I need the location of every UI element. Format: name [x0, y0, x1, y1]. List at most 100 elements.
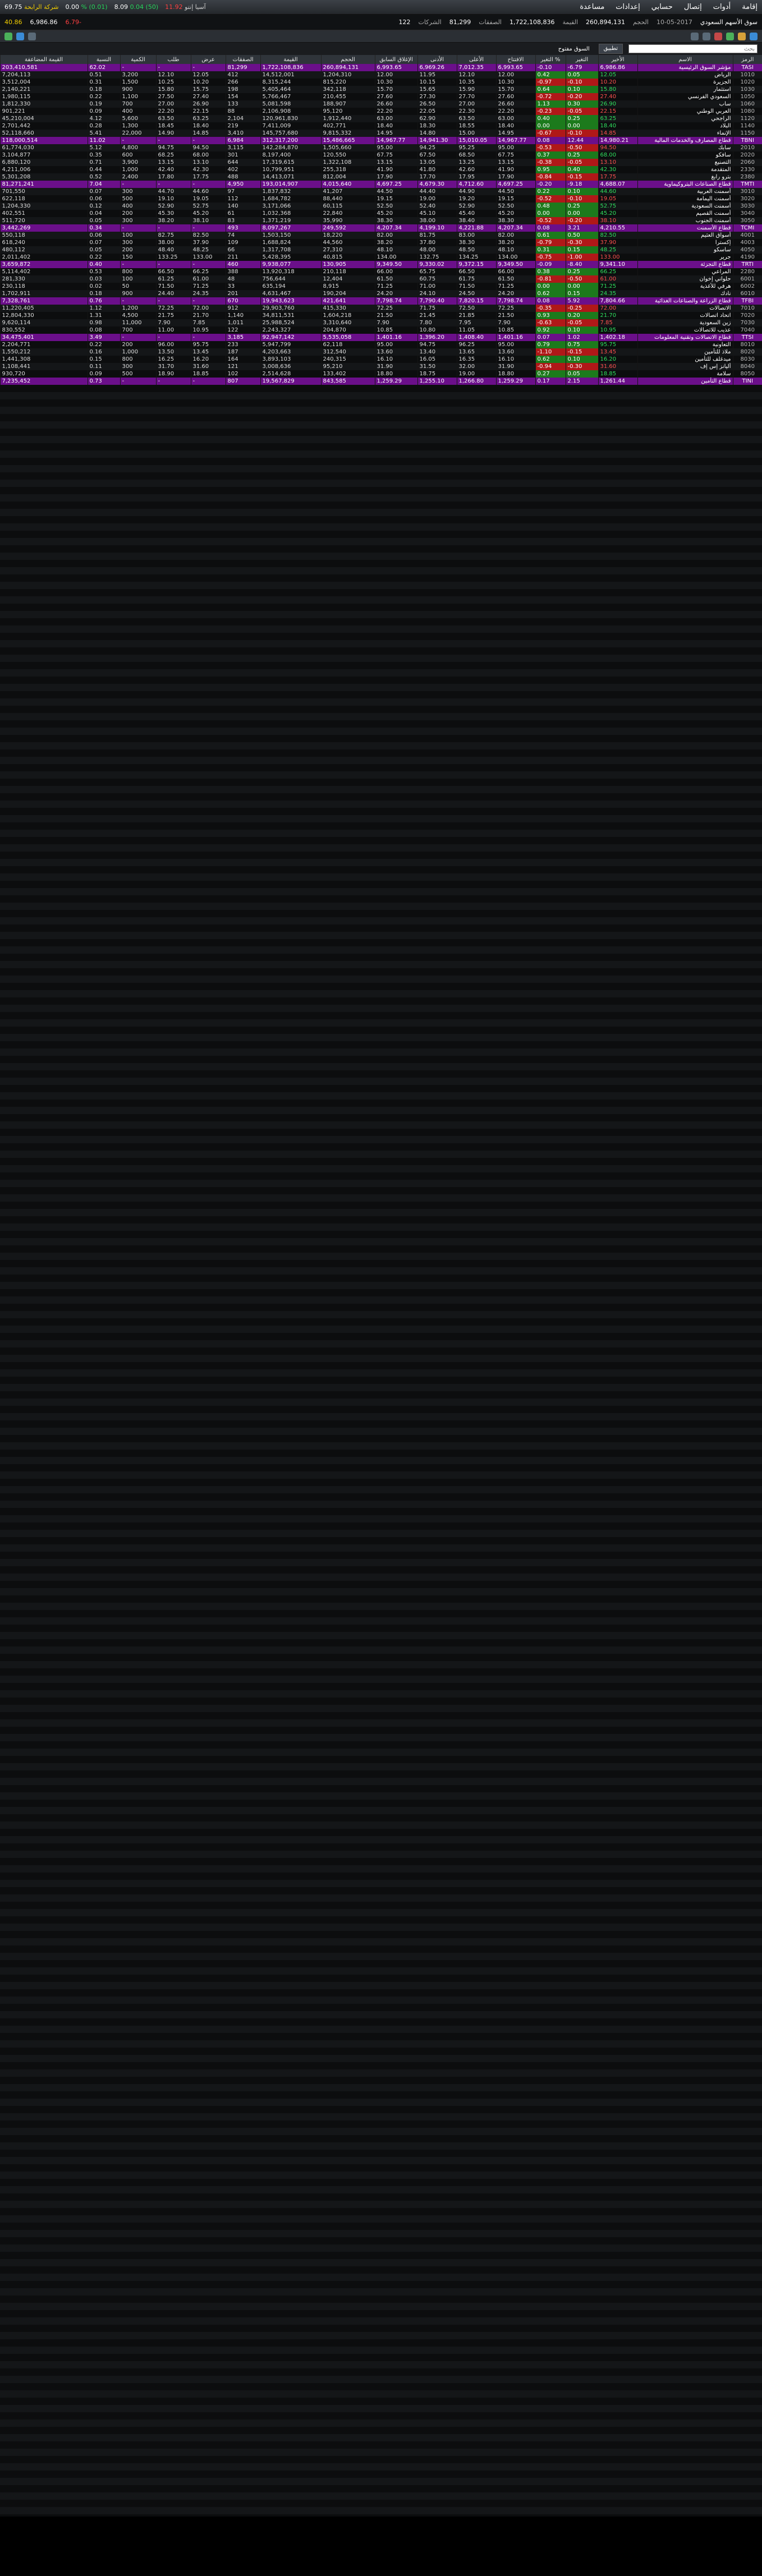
ticker-4[interactable]: شركة الرابحة 69.75 — [4, 3, 59, 11]
ticker-2[interactable]: (50) 0.04 8.09 — [114, 3, 159, 11]
column-header[interactable]: الأعلى — [456, 55, 496, 64]
cell-high: 11.05 — [456, 326, 496, 334]
table-row[interactable]: 1080 العربي الوطني 22.15 -0.05 -0.23 22.20 22.… — [0, 108, 762, 115]
table-row[interactable]: 8030 ميدغلف للتأمين 16.20 0.10 0.62 16.10 16.3… — [0, 356, 762, 363]
watchlist-icon[interactable] — [4, 32, 12, 40]
column-header[interactable]: طلب — [155, 55, 191, 64]
column-header[interactable]: عرض — [190, 55, 226, 64]
column-header[interactable]: التغير — [565, 55, 598, 64]
cell-bid: 66.25 — [190, 268, 226, 275]
menu-item-3[interactable]: إتصال — [684, 3, 702, 11]
refresh-icon[interactable] — [750, 32, 758, 40]
table-row[interactable]: 3030 أسمنت السعودية 52.75 0.25 0.48 52.50 52.9… — [0, 203, 762, 210]
ticker-3[interactable]: (0.01) % 0.00 — [66, 3, 108, 11]
search-input[interactable] — [628, 44, 758, 53]
table-row[interactable]: 1030 استثمار 15.80 0.10 0.64 15.70 15.90 15.65 1… — [0, 86, 762, 93]
table-row[interactable]: 7040 عذيب للاتصالات 10.95 0.10 0.92 10.85 11.0… — [0, 326, 762, 334]
table-row[interactable]: 1120 الراجحي 63.25 0.25 0.40 63.00 63.50 62.90 6… — [0, 115, 762, 122]
cell-chg: -0.30 — [565, 363, 598, 370]
table-row[interactable]: 2280 المراعي 66.25 0.25 0.38 66.00 66.50 65.75 6… — [0, 268, 762, 275]
cell-high: 63.50 — [456, 115, 496, 122]
table-row[interactable]: 3040 أسمنت القصيم 45.20 0.00 0.00 45.20 45.40 4… — [0, 210, 762, 217]
cell-name: عذيب للاتصالات — [637, 326, 733, 334]
table-row[interactable]: 2380 بترو رابغ 17.75 -0.15 -0.84 17.90 17.95 17… — [0, 173, 762, 181]
table-row[interactable]: 6002 هرفي للأغذية 71.25 0.00 0.00 71.25 71.50 7… — [0, 283, 762, 290]
table-row[interactable]: 2330 المتقدمة 42.30 0.40 0.95 41.90 42.60 41.80… — [0, 166, 762, 173]
sector-row[interactable]: TCMI قطاع الأسمنت 4,210.55 3.21 0.08 4,207.34… — [0, 224, 762, 232]
alert-icon[interactable] — [714, 32, 722, 40]
cell-prev: 26.60 — [374, 100, 417, 108]
table-row[interactable]: 4001 أسواق العثيم 82.50 0.50 0.61 82.00 83.00 8… — [0, 232, 762, 239]
table-row[interactable]: 6010 نادك 24.35 0.15 0.62 24.20 24.50 24.10 24.2… — [0, 290, 762, 297]
table-row[interactable]: 7020 اتحاد اتصالات 21.70 0.20 0.93 21.50 21.85… — [0, 312, 762, 319]
column-header[interactable]: الصفقات — [225, 55, 260, 64]
menu-item-6[interactable]: مساعدة — [580, 3, 604, 11]
cell-low: 17.70 — [417, 173, 457, 181]
column-header[interactable]: النسبة — [87, 55, 120, 64]
table-row[interactable]: 4003 إكسترا 37.90 -0.30 -0.79 38.20 38.30 37.80… — [0, 239, 762, 246]
column-header[interactable]: الرمز — [732, 55, 762, 64]
table-row[interactable]: 4190 جرير 133.00 -1.00 -0.75 134.00 134.25 132.… — [0, 254, 762, 261]
table-row[interactable]: 1010 الرياض 12.05 0.05 0.42 12.00 12.10 11.95 12… — [0, 71, 762, 79]
top-menu-bar: إقامة أدوات إتصال حسابي إعدادات مساعدة آ… — [0, 0, 762, 15]
table-row[interactable]: 3020 أسمنت اليمامة 19.05 -0.10 -0.52 19.15 19.… — [0, 195, 762, 203]
table-row[interactable]: 1050 السعودي الفرنسي 27.40 -0.20 -0.72 27.60 2… — [0, 93, 762, 100]
column-header[interactable]: الحجم — [320, 55, 375, 64]
sector-row[interactable]: TBNI قطاع المصارف والخدمات المالية 14,980.… — [0, 137, 762, 144]
table-row[interactable]: 8040 أليانز إس إف 31.60 -0.30 -0.94 31.90 32.0… — [0, 363, 762, 370]
column-header[interactable]: القيمة المضاعفة — [0, 55, 88, 64]
cell-high: 21.85 — [456, 312, 496, 319]
menu-item-2[interactable]: أدوات — [713, 3, 731, 11]
table-row[interactable]: 1020 الجزيرة 10.20 -0.10 -0.97 10.30 10.35 10.1… — [0, 79, 762, 86]
cell-chg: 0.10 — [565, 86, 598, 93]
grid-icon[interactable] — [28, 32, 36, 40]
cell-open: 48.10 — [495, 246, 535, 254]
cell-mult: 4,211,006 — [0, 166, 88, 173]
list-icon[interactable] — [16, 32, 24, 40]
sector-row[interactable]: TMTI قطاع الصناعات البتروكيماوية 4,688.07-… — [0, 181, 762, 188]
table-row[interactable]: 8050 سلامة 18.85 0.05 0.27 18.80 19.00 18.75 18.… — [0, 370, 762, 378]
cell-ratio: 0.07 — [87, 188, 120, 195]
table-row[interactable]: 8010 التعاونية 95.75 0.75 0.79 95.00 96.25 94.7… — [0, 341, 762, 348]
cell-ratio: 0.12 — [87, 203, 120, 210]
column-header[interactable]: الكمية — [120, 55, 156, 64]
column-header[interactable]: الأخير — [598, 55, 637, 64]
sector-row[interactable]: TFBI قطاع الزراعة والصناعات الغذائية 7,804… — [0, 297, 762, 305]
table-row[interactable]: 6001 حلواني إخوان 61.00 -0.50 -0.81 61.50 61.7… — [0, 275, 762, 283]
cell-open: 38.30 — [495, 217, 535, 224]
table-row[interactable]: 1140 البلاد 18.40 0.00 0.00 18.40 18.55 18.30 18… — [0, 122, 762, 130]
column-header[interactable]: الإغلاق السابق — [374, 55, 417, 64]
table-row[interactable]: 1150 الإنماء 14.85 -0.10 -0.67 14.95 15.00 14.8… — [0, 130, 762, 137]
cell-mult: 2,140,221 — [0, 86, 88, 93]
sector-row[interactable]: TINI قطاع التأمين 1,261.44 2.15 0.17 1,259.29… — [0, 378, 762, 385]
table-row[interactable]: 2010 سابك 94.50 -0.50 -0.53 95.00 95.25 94.25 95… — [0, 144, 762, 151]
column-header[interactable]: القيمة — [260, 55, 321, 64]
menu-item-5[interactable]: إعدادات — [616, 3, 640, 11]
table-row[interactable]: 3010 أسمنت العربية 44.60 0.10 0.22 44.50 44.90… — [0, 188, 762, 195]
cell-vol: 22,840 — [320, 210, 375, 217]
sector-row[interactable]: TRTI قطاع التجزئة 9,341.10 -8.40 -0.09 9,349.… — [0, 261, 762, 268]
table-row[interactable]: 4050 ساسكو 48.25 0.15 0.31 48.10 48.50 48.00 48.… — [0, 246, 762, 254]
menu-item-4[interactable]: حسابي — [651, 3, 673, 11]
chart-icon[interactable] — [726, 32, 734, 40]
folder-icon[interactable] — [738, 32, 746, 40]
table-row[interactable]: 7030 زين السعودية 7.85 -0.05 -0.63 7.90 7.95 7.… — [0, 319, 762, 326]
table-row[interactable]: 1060 ساب 26.90 0.30 1.13 26.60 27.00 26.50 26.60… — [0, 100, 762, 108]
sector-row[interactable]: TTSI قطاع الاتصالات وتقنية المعلومات 1,402… — [0, 334, 762, 341]
cell-code: 2330 — [732, 166, 762, 173]
column-header[interactable]: الاسم — [637, 55, 733, 64]
apply-button[interactable]: تطبيق — [598, 44, 623, 54]
column-header[interactable]: الافتتاح — [495, 55, 535, 64]
ticker-1[interactable]: آسيا إنتو 11.92 — [165, 3, 206, 11]
column-header[interactable]: % التغير — [535, 55, 566, 64]
table-row[interactable]: 7010 الاتصالات 72.00 -0.25 -0.35 72.25 72.50 71… — [0, 305, 762, 312]
table-row[interactable]: 2060 التصنيع 13.10 -0.05 -0.38 13.15 13.25 13.0… — [0, 159, 762, 166]
table-row[interactable]: 2020 سافكو 68.00 0.25 0.37 67.75 68.50 67.50 67.… — [0, 151, 762, 159]
table-row[interactable]: 8020 ملاذ للتأمين 13.45 -0.15 -1.10 13.60 13.6… — [0, 348, 762, 356]
column-header[interactable]: الأدنى — [417, 55, 457, 64]
sector-row[interactable]: TASI مؤشر السوق الرئيسية 6,986.86 -6.79 -0.1… — [0, 64, 762, 71]
table-row[interactable]: 3050 أسمنت الجنوب 38.10 -0.20 -0.52 38.30 38.4… — [0, 217, 762, 224]
print-icon[interactable] — [703, 32, 710, 40]
gear-icon[interactable] — [691, 32, 699, 40]
menu-item-1[interactable]: إقامة — [742, 3, 758, 11]
